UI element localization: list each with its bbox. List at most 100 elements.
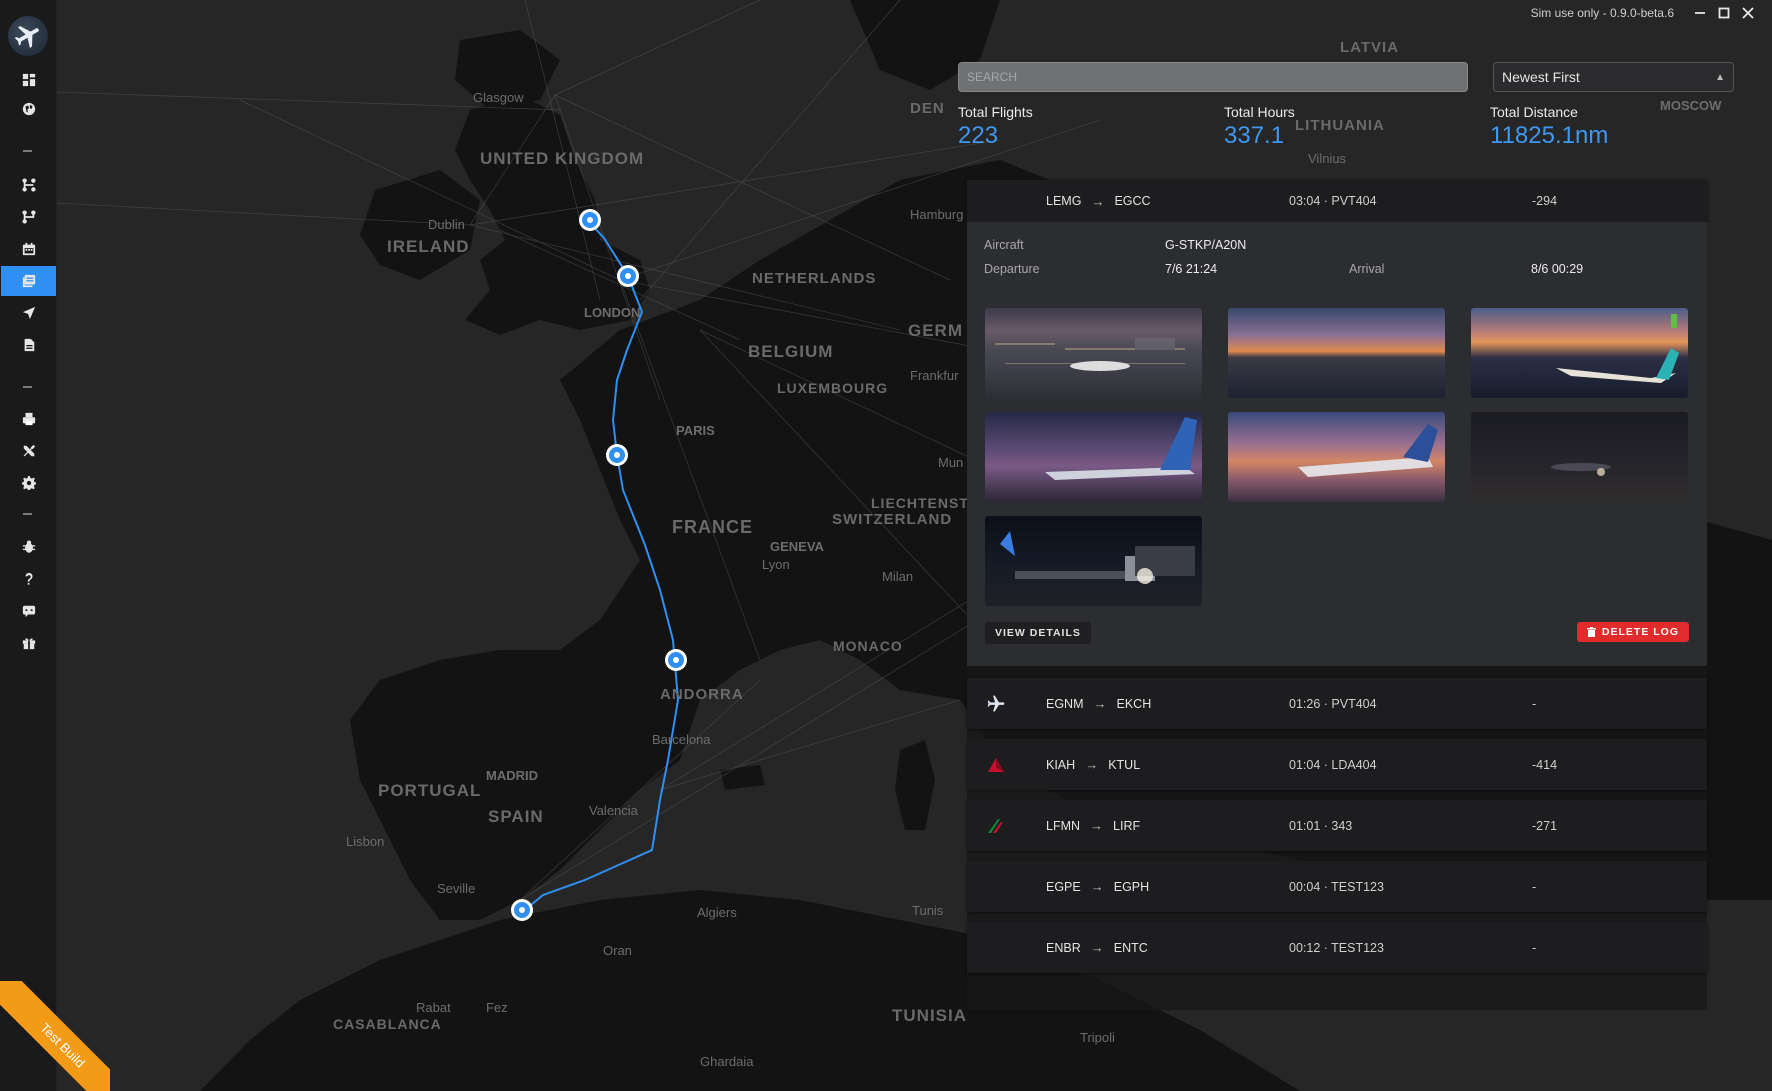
document-icon[interactable] [0,330,57,360]
view-details-button[interactable]: VIEW DETAILS [985,622,1091,644]
plane-icon[interactable] [0,298,57,328]
svg-text:FRANCE: FRANCE [672,517,753,537]
ribbon-label: Test Build [0,981,110,1091]
search-input[interactable] [958,62,1468,92]
flight-route: KIAH → KTUL [1046,757,1140,772]
airplane-dusk-image [1045,417,1197,480]
dashboard-icon[interactable] [0,65,57,95]
maximize-button[interactable] [1712,0,1736,26]
svg-text:Glasgow: Glasgow [473,90,524,105]
sort-select[interactable]: Newest First ▲ [1493,62,1734,92]
route-icon[interactable] [0,170,57,200]
stat-value: 11825.1nm [1490,122,1609,149]
bug-icon[interactable] [0,532,57,562]
svg-text:LIECHTENST: LIECHTENST [871,495,969,511]
svg-text:UNITED KINGDOM: UNITED KINGDOM [480,149,644,168]
flight-log-list: LEMG → EGCC 03:04 · PVT404 -294 Aircraft… [967,180,1707,1010]
svg-text:Tunis: Tunis [912,903,944,918]
aircraft-label: Aircraft [984,238,1024,252]
nav-separator [23,513,32,515]
trash-icon [1586,627,1596,637]
airplane-logo-icon [14,26,39,48]
gift-icon[interactable] [0,628,57,658]
chat-icon[interactable] [0,596,57,626]
landing-rate: -294 [1532,194,1558,208]
svg-text:CASABLANCA: CASABLANCA [333,1016,442,1032]
airport-night-image [995,338,1185,371]
svg-text:LITHUANIA: LITHUANIA [1295,117,1385,134]
svg-text:ANDORRA: ANDORRA [660,686,744,703]
logbook-icon[interactable] [1,266,56,296]
screenshot-thumbnail[interactable] [985,516,1202,606]
svg-text:Fez: Fez [486,1000,508,1015]
arrow-right-icon: → [1085,757,1099,772]
close-button[interactable] [1736,0,1760,26]
svg-text:Lisbon: Lisbon [346,834,384,849]
route-alt-icon[interactable] [0,202,57,232]
landing-rate: -414 [1532,757,1558,772]
svg-text:Rabat: Rabat [416,1000,451,1015]
destination-code: EGCC [1114,194,1151,208]
stat-value: 223 [958,122,999,149]
flight-time: 00:04 · TEST123 [1289,879,1384,894]
app-logo[interactable] [8,16,48,56]
globe-icon[interactable] [0,94,57,124]
airplane-clouds-image [1298,424,1438,477]
flight-route: ENBR → ENTC [1046,940,1148,955]
stat-label: Total Distance [1490,104,1578,120]
svg-text:Ghardaia: Ghardaia [700,1054,754,1069]
svg-text:IRELAND: IRELAND [387,237,470,256]
stat-total-flights: Total Flights 223 [958,104,1033,150]
sort-selected-value: Newest First [1502,69,1580,85]
origin-code: LEMG [1046,194,1082,208]
flight-time: 01:26 · PVT404 [1289,696,1377,711]
stat-label: Total Flights [958,104,1033,120]
airplane-sunset-image [1556,314,1679,383]
origin-code: ENBR [1046,940,1081,955]
destination-code: ENTC [1113,940,1148,955]
nav-separator [23,150,32,152]
aircraft-value: G-STKP/A20N [1165,238,1247,252]
flight-route: EGPE → EGPH [1046,879,1149,894]
svg-text:GERM: GERM [908,321,963,340]
flight-row[interactable]: LFMN → LIRF 01:01 · 343 -271 [967,800,1707,851]
origin-code: LFMN [1046,818,1081,833]
delete-log-button[interactable]: DELETE LOG [1576,622,1689,642]
svg-text:Valencia: Valencia [589,803,639,818]
svg-text:DEN: DEN [910,100,945,117]
svg-text:Tripoli: Tripoli [1080,1030,1115,1045]
screenshot-thumbnail[interactable] [1471,412,1688,502]
origin-code: KIAH [1046,757,1076,772]
minimize-button[interactable] [1688,0,1712,26]
landing-rate: -271 [1532,818,1558,833]
destination-code: LIRF [1113,818,1141,833]
arrow-right-icon: → [1090,879,1104,894]
flight-row[interactable]: ENBR → ENTC 00:12 · TEST123 - [967,922,1707,973]
maximize-icon [1718,7,1730,19]
flight-row[interactable]: EGPE → EGPH 00:04 · TEST123 - [967,861,1707,912]
tools-icon[interactable] [0,436,57,466]
screenshot-thumbnail[interactable] [985,412,1202,502]
screenshot-thumbnail[interactable] [1471,308,1688,398]
gear-icon[interactable] [0,468,57,498]
printer-icon[interactable] [0,404,57,434]
screenshot-thumbnail[interactable] [1228,412,1445,502]
svg-text:Milan: Milan [882,569,913,584]
sidebar [0,0,57,1091]
svg-text:Lyon: Lyon [762,557,790,572]
svg-text:LUXEMBOURG: LUXEMBOURG [777,380,888,396]
delta-icon [985,754,1007,776]
help-icon[interactable] [0,564,57,594]
calendar-icon[interactable] [0,234,57,264]
flight-row[interactable]: EGNM → EKCH 01:26 · PVT404 - [967,678,1707,729]
flight-route: LFMN → LIRF [1046,818,1140,833]
landing-rate: - [1532,879,1537,894]
screenshot-thumbnail[interactable] [1228,308,1445,398]
destination-code: EGPH [1113,879,1150,894]
screenshot-thumbnail[interactable] [985,308,1202,398]
flight-route: LEMG → EGCC [1046,194,1151,209]
flight-time: 03:04 · PVT404 [1289,194,1377,208]
flight-route: EGNM → EKCH [1046,696,1151,711]
flight-row[interactable]: KIAH → KTUL 01:04 · LDA404 -414 [967,739,1707,790]
flight-row[interactable]: LEMG → EGCC 03:04 · PVT404 -294 [967,180,1707,222]
